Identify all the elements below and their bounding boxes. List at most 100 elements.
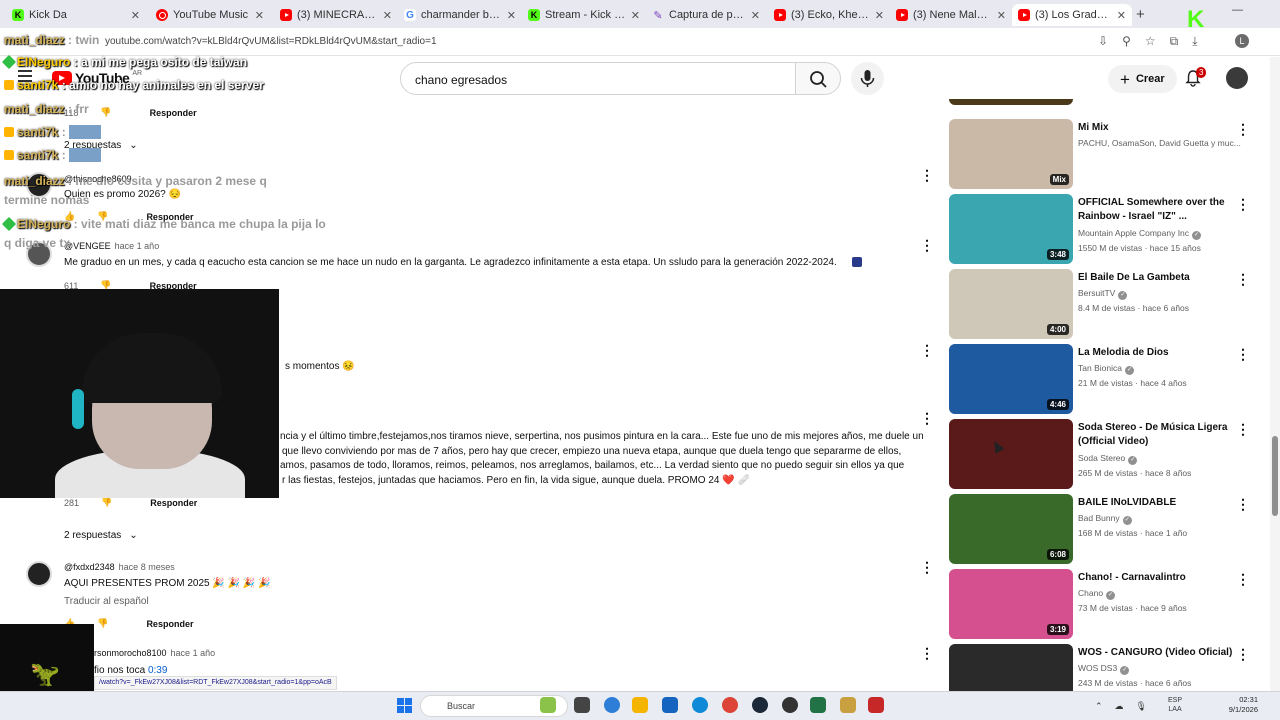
close-tab-icon[interactable]: ✕	[875, 9, 884, 22]
scrollbar-thumb[interactable]	[1272, 436, 1278, 516]
video-title[interactable]: Mi Mix	[1078, 121, 1238, 135]
voice-search-button[interactable]	[851, 62, 884, 95]
browser-tab[interactable]: Gcharmander badge p✕	[398, 4, 522, 26]
widgets-icon[interactable]	[540, 697, 556, 713]
channel-name[interactable]: PACHU, OsamaSon, David Guetta y muc...	[1078, 138, 1248, 148]
video-title[interactable]: WOS - CANGURO (Video Oficial)	[1078, 646, 1238, 660]
comment-menu-icon[interactable]	[920, 559, 924, 577]
minecraft-icon[interactable]	[840, 697, 856, 713]
comment-menu-icon[interactable]	[920, 645, 924, 663]
clock[interactable]: 02:31 9/1/2026	[1222, 695, 1258, 715]
reply-button[interactable]: Responder	[146, 619, 193, 629]
video-thumbnail[interactable]: Mix	[949, 119, 1073, 189]
comment-author[interactable]: @fxdxd2348 hace 8 meses	[64, 562, 175, 572]
recommended-video[interactable]: Mix Mi Mix PACHU, OsamaSon, David Guetta y…	[949, 119, 1259, 189]
channel-name[interactable]: Soda Stereo ✓	[1078, 453, 1248, 465]
comment-menu-icon[interactable]	[920, 237, 924, 255]
mic-tray-icon[interactable]: 🎙	[1136, 701, 1147, 712]
translate-link[interactable]: Traducir al español	[64, 596, 149, 607]
channel-name[interactable]: WOS DS3 ✓	[1078, 663, 1248, 675]
browser-tab[interactable]: KStream - Kick Dashb✕	[522, 4, 646, 26]
video-menu-icon[interactable]	[1236, 121, 1250, 139]
browser-tab[interactable]: K Kick Da ✕	[6, 4, 146, 26]
recommended-video[interactable]: 4:00 El Baile De La Gambeta BersuitTV ✓ 8.4 …	[949, 269, 1259, 339]
steam-icon[interactable]	[752, 697, 768, 713]
browser-tab-active[interactable]: (3) Los Graduados -✕	[1012, 4, 1132, 26]
video-menu-icon[interactable]	[1236, 646, 1250, 664]
dislike-icon[interactable]: 👎	[97, 618, 108, 629]
close-tab-icon[interactable]: ✕	[631, 9, 640, 22]
obs-icon[interactable]	[782, 697, 798, 713]
browser-tab[interactable]: (3) Nene Malo - Es u✕	[890, 4, 1012, 26]
scrollbar[interactable]	[1270, 57, 1280, 691]
extensions-icon[interactable]: ⧉	[1170, 34, 1179, 49]
channel-name[interactable]: Mountain Apple Company Inc ✓	[1078, 228, 1248, 240]
video-menu-icon[interactable]	[1236, 496, 1250, 514]
recommended-video[interactable]: 6:08 BAILE INoLVIDABLE Bad Bunny ✓ 168 M de …	[949, 494, 1259, 564]
video-menu-icon[interactable]	[1236, 571, 1250, 589]
app-icon[interactable]	[868, 697, 884, 713]
video-menu-icon[interactable]	[1236, 421, 1250, 439]
video-title[interactable]: BAILE INoLVIDABLE	[1078, 496, 1238, 510]
like-count[interactable]: 281	[64, 498, 79, 508]
chevron-up-icon[interactable]: ⌃	[1095, 701, 1103, 712]
video-thumbnail[interactable]: 3:19	[949, 569, 1073, 639]
video-title[interactable]: Soda Stereo - De Música Ligera (Official…	[1078, 421, 1238, 449]
dislike-icon[interactable]: 👎	[100, 107, 111, 118]
video-thumbnail[interactable]: 6:08	[949, 494, 1073, 564]
new-tab-button[interactable]: +	[1136, 6, 1145, 23]
chrome-icon[interactable]	[722, 697, 738, 713]
video-thumbnail[interactable]: 3:48	[949, 194, 1073, 264]
video-menu-icon[interactable]	[1236, 271, 1250, 289]
download-icon[interactable]: ⤓	[1192, 34, 1197, 49]
recommended-video[interactable]: 4:46 La Melodia de Dios Tan Bionica ✓ 21 M d…	[949, 344, 1259, 414]
comment-menu-icon[interactable]	[920, 342, 924, 360]
start-button[interactable]	[397, 698, 412, 713]
channel-name[interactable]: BersuitTV ✓	[1078, 288, 1248, 300]
video-menu-icon[interactable]	[1236, 196, 1250, 214]
close-tab-icon[interactable]: ✕	[383, 9, 392, 22]
browser-tab[interactable]: (3) Ecko, Khea, Seven✕	[768, 4, 890, 26]
timestamp-link[interactable]: 0:39	[148, 665, 167, 676]
video-thumbnail[interactable]: 4:00	[949, 269, 1073, 339]
comment-menu-icon[interactable]	[920, 410, 924, 428]
store-icon[interactable]	[662, 697, 678, 713]
cloud-icon[interactable]: ☁	[1115, 701, 1124, 712]
channel-name[interactable]: Bad Bunny ✓	[1078, 513, 1248, 525]
edge-icon[interactable]	[692, 697, 708, 713]
video-title[interactable]: El Baile De La Gambeta	[1078, 271, 1238, 285]
browser-tab[interactable]: (3) MINECRAFT RAP✕	[274, 4, 398, 26]
url-field[interactable]: youtube.com/watch?v=kLBld4rQvUM&list=RDk…	[105, 36, 437, 47]
minimize-icon[interactable]: —	[1232, 4, 1243, 16]
file-explorer-icon[interactable]	[632, 697, 648, 713]
profile-avatar[interactable]: L	[1235, 34, 1249, 48]
close-tab-icon[interactable]: ✕	[507, 9, 516, 22]
video-thumbnail[interactable]	[949, 419, 1073, 489]
task-view-icon[interactable]	[574, 697, 590, 713]
recommended-video[interactable]: 3:19 Chano! - Carnavalintro Chano ✓ 73 M de …	[949, 569, 1259, 639]
channel-name[interactable]: Chano ✓	[1078, 588, 1248, 600]
recommended-video[interactable]: WOS - CANGURO (Video Oficial) WOS DS3 ✓ 243…	[949, 644, 1259, 691]
close-tab-icon[interactable]: ✕	[255, 9, 264, 22]
search-input[interactable]: chano egresados	[400, 62, 796, 95]
recommended-video[interactable]: 3:48 OFFICIAL Somewhere over the Rainbow …	[949, 194, 1259, 264]
close-tab-icon[interactable]: ✕	[131, 9, 140, 22]
dislike-icon[interactable]: 👎	[101, 497, 112, 508]
close-tab-icon[interactable]: ✕	[997, 9, 1006, 22]
video-thumbnail[interactable]: 4:46	[949, 344, 1073, 414]
reply-button[interactable]: Responder	[150, 498, 197, 508]
create-button[interactable]: + Crear	[1108, 65, 1177, 93]
video-menu-icon[interactable]	[1236, 346, 1250, 364]
excel-icon[interactable]	[810, 697, 826, 713]
comment-menu-icon[interactable]	[920, 167, 924, 185]
install-icon[interactable]: ⇩	[1098, 34, 1108, 49]
zoom-icon[interactable]: ⚲	[1122, 34, 1131, 49]
browser-tab[interactable]: ✎Captura de pantalla✕	[646, 4, 766, 26]
close-tab-icon[interactable]: ✕	[1117, 9, 1126, 22]
search-button[interactable]	[795, 62, 841, 95]
video-thumbnail[interactable]	[949, 644, 1073, 691]
browser-tab[interactable]: YouTube Music ✕	[150, 4, 270, 26]
close-tab-icon[interactable]: ✕	[751, 9, 760, 22]
copilot-icon[interactable]	[604, 697, 620, 713]
comment-author[interactable]: rsonmorocho8100 hace 1 año	[94, 648, 215, 658]
